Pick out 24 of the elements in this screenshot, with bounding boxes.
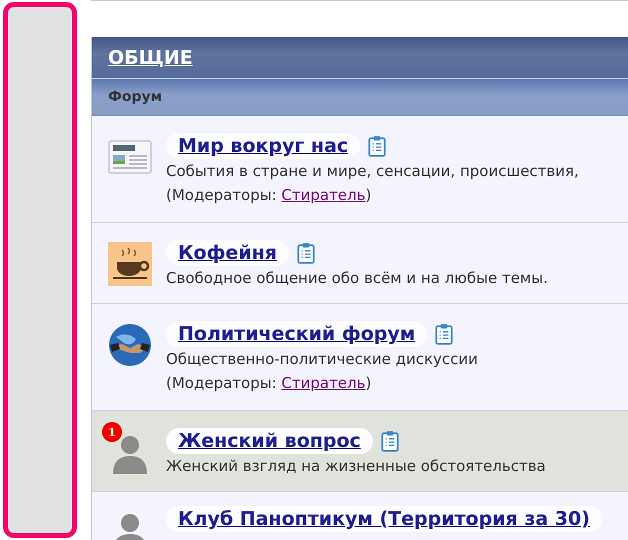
forum-title-link[interactable]: Политический форум: [166, 321, 428, 347]
forum-description: Общественно-политические дискуссии: [166, 349, 478, 370]
forum-description: Женский взгляд на жизненные обстоятельства: [166, 456, 546, 477]
forum-title-link[interactable]: Женский вопрос: [166, 428, 373, 454]
unread-count-badge: 1: [102, 422, 122, 442]
clipboard-icon[interactable]: [435, 323, 454, 345]
clipboard-icon[interactable]: [380, 430, 399, 452]
forum-description: События в стране и мире, сенсации, происшествия,: [166, 161, 579, 182]
forum-title-link[interactable]: Клуб Паноптикум (Территория за 30): [166, 506, 602, 532]
forum-title-link[interactable]: Мир вокруг нас: [166, 133, 360, 159]
column-title: Форум: [108, 89, 162, 105]
forum-description: Свободное общение обо всём и на любые темы.: [166, 268, 548, 289]
clipboard-icon[interactable]: [296, 242, 315, 264]
moderator-link[interactable]: Стиратель: [281, 186, 366, 204]
category-title[interactable]: ОБЩИЕ: [108, 46, 193, 68]
moderators-label: (Модераторы:: [166, 186, 278, 204]
clipboard-icon[interactable]: [368, 135, 386, 157]
globe-handshake-icon: [108, 323, 152, 367]
moderator-link[interactable]: Стиратель: [281, 374, 366, 392]
moderators-end: ): [365, 186, 372, 204]
forum-title-link[interactable]: Кофейня: [166, 240, 289, 266]
moderators-label: (Модераторы:: [166, 374, 278, 392]
moderators-end: ): [365, 374, 372, 392]
coffee-cup-icon: [108, 242, 152, 286]
